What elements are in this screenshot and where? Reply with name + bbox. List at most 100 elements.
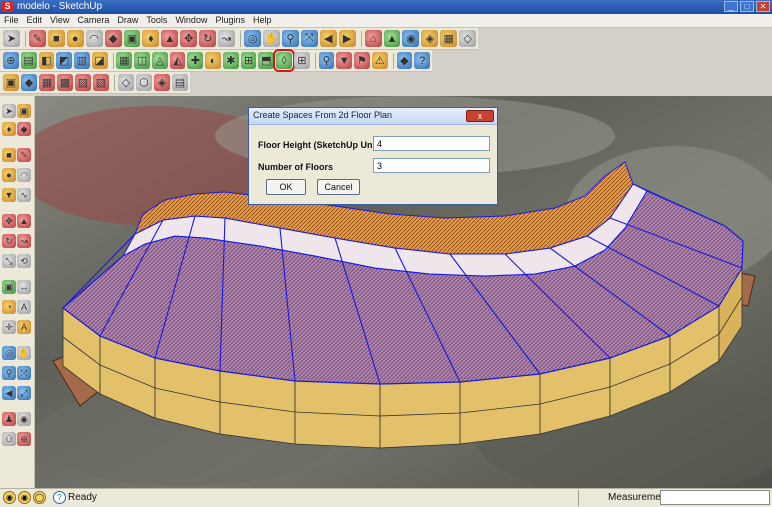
- menu-view[interactable]: View: [46, 14, 73, 27]
- menu-file[interactable]: File: [0, 14, 23, 27]
- menu-help[interactable]: Help: [249, 14, 276, 27]
- component-icon[interactable]: ▦: [440, 30, 458, 47]
- follow-me-icon[interactable]: ↝: [218, 30, 236, 47]
- create-spaces-from-floor-plan-icon[interactable]: ◊: [273, 49, 295, 72]
- pencil-icon[interactable]: ✎: [28, 30, 46, 47]
- left-section-plane-icon[interactable]: ⊕: [17, 432, 31, 446]
- zoom-icon[interactable]: ⚲: [281, 30, 299, 47]
- textured-icon[interactable]: ▤: [171, 74, 188, 91]
- shading-icon[interactable]: ◪: [91, 52, 108, 69]
- inspector-icon[interactable]: ◭: [169, 52, 186, 69]
- toggle-terrain-icon[interactable]: ▲: [383, 30, 401, 47]
- left-move-icon[interactable]: ✥: [2, 214, 16, 228]
- floor-plan-icon[interactable]: ⬒: [258, 52, 275, 69]
- menu-plugins[interactable]: Plugins: [211, 14, 249, 27]
- left-rectangle-icon[interactable]: ■: [2, 148, 16, 162]
- thermal-zone-icon[interactable]: ◧: [38, 52, 55, 69]
- left-eraser-icon[interactable]: ◆: [17, 122, 31, 136]
- next-view-icon[interactable]: ▶: [338, 30, 356, 47]
- left-pan-icon[interactable]: ✋: [17, 346, 31, 360]
- rotate-icon[interactable]: ↻: [199, 30, 217, 47]
- help-icon[interactable]: ?: [53, 491, 66, 504]
- geo-location-icon[interactable]: ◉: [3, 491, 16, 504]
- tape-measure-icon[interactable]: ▣: [123, 30, 141, 47]
- surface-icon[interactable]: ◩: [56, 52, 72, 69]
- minimize-icon[interactable]: _: [724, 1, 738, 12]
- add-location-icon[interactable]: ⌂: [364, 30, 382, 47]
- menu-edit[interactable]: Edit: [23, 14, 47, 27]
- dialog-close-icon[interactable]: x: [466, 110, 494, 122]
- left-rotate-icon[interactable]: ↻: [2, 234, 16, 248]
- left-axes-icon[interactable]: ✛: [2, 320, 16, 334]
- help-icon[interactable]: ?: [414, 52, 431, 69]
- left-push-pull-icon[interactable]: ▲: [17, 214, 31, 228]
- push-pull-icon[interactable]: ▲: [161, 30, 179, 47]
- menu-window[interactable]: Window: [171, 14, 211, 27]
- project-loose-icon[interactable]: ⊞: [240, 52, 257, 69]
- menu-draw[interactable]: Draw: [113, 14, 142, 27]
- intersect-icon[interactable]: ✱: [222, 52, 239, 69]
- extension-warehouse-icon[interactable]: ◇: [459, 30, 477, 47]
- floor-height-input[interactable]: [373, 136, 490, 151]
- style-3-icon[interactable]: ▨: [75, 74, 91, 91]
- move-icon[interactable]: ✥: [180, 30, 198, 47]
- filter-icon[interactable]: ▼: [336, 52, 353, 69]
- left-position-camera-icon[interactable]: ♟: [2, 412, 16, 426]
- left-3d-text-icon[interactable]: A: [17, 320, 31, 334]
- left-freehand-icon[interactable]: ∿: [17, 188, 31, 202]
- wireframe-icon[interactable]: ⬡: [135, 74, 152, 91]
- search-icon[interactable]: ⚲: [318, 52, 335, 69]
- ok-button[interactable]: OK: [266, 179, 306, 195]
- eraser-icon[interactable]: ◆: [104, 30, 122, 47]
- get-models-icon[interactable]: ◉: [402, 30, 420, 47]
- left-make-component-icon[interactable]: ▣: [17, 104, 31, 118]
- left-previous-icon[interactable]: ◀: [2, 386, 16, 400]
- paint-bucket-icon[interactable]: ♦: [142, 30, 160, 47]
- xray-icon[interactable]: ◇: [117, 74, 134, 91]
- rectangle-icon[interactable]: ■: [47, 30, 65, 47]
- select-icon[interactable]: ➤: [3, 30, 20, 47]
- left-circle-icon[interactable]: ●: [2, 168, 16, 182]
- circle-icon[interactable]: ●: [66, 30, 84, 47]
- shaded-icon[interactable]: ◈: [153, 74, 170, 91]
- previous-view-icon[interactable]: ◀: [319, 30, 337, 47]
- zoom-extents-icon[interactable]: ⤧: [300, 30, 318, 47]
- measurements-input[interactable]: [660, 490, 770, 505]
- left-text-icon[interactable]: A: [17, 300, 31, 314]
- pan-icon[interactable]: ✋: [262, 30, 280, 47]
- new-space-icon[interactable]: ⊕: [3, 52, 19, 69]
- left-look-around-icon[interactable]: ◉: [17, 412, 31, 426]
- energyplus-icon[interactable]: ◆: [396, 52, 413, 69]
- info-icon[interactable]: ⚑: [354, 52, 370, 69]
- style-2-icon[interactable]: ▩: [57, 74, 73, 91]
- number-of-floors-input[interactable]: [373, 158, 490, 173]
- left-arc-icon[interactable]: ◠: [17, 168, 31, 182]
- grid-icon[interactable]: ⊞: [293, 52, 310, 69]
- warning-icon[interactable]: ⚠: [371, 52, 388, 69]
- cancel-button[interactable]: Cancel: [317, 179, 360, 195]
- style-4-icon[interactable]: ▧: [93, 74, 109, 91]
- construction-icon[interactable]: ▦: [116, 52, 133, 69]
- render-mode-icon[interactable]: ◐: [205, 52, 221, 69]
- left-zoom-icon[interactable]: ⚲: [2, 366, 16, 380]
- load-icon[interactable]: ◬: [151, 52, 168, 69]
- orbit-icon[interactable]: ◎: [244, 30, 261, 47]
- left-walk-icon[interactable]: ⚇: [2, 432, 16, 446]
- user-icon[interactable]: ◯: [33, 491, 46, 504]
- left-paint-icon[interactable]: ♦: [2, 122, 16, 136]
- zone-icon[interactable]: ▤: [20, 52, 37, 69]
- component-box-icon[interactable]: ▣: [3, 74, 19, 91]
- left-protractor-icon[interactable]: ◔: [2, 300, 16, 314]
- left-zoom-window-icon[interactable]: ⤧: [17, 366, 31, 380]
- menu-tools[interactable]: Tools: [142, 14, 171, 27]
- left-tape-icon[interactable]: ▣: [2, 280, 16, 294]
- left-line-icon[interactable]: ✎: [17, 148, 31, 162]
- share-model-icon[interactable]: ◈: [421, 30, 439, 47]
- menu-camera[interactable]: Camera: [73, 14, 113, 27]
- left-scale-icon[interactable]: ⤡: [2, 254, 16, 268]
- left-offset-icon[interactable]: ⟲: [17, 254, 31, 268]
- style-1-icon[interactable]: ▦: [39, 74, 55, 91]
- credits-icon[interactable]: ◉: [18, 491, 31, 504]
- surface-matching-icon[interactable]: ✚: [187, 52, 204, 69]
- left-follow-me-icon[interactable]: ↝: [17, 234, 31, 248]
